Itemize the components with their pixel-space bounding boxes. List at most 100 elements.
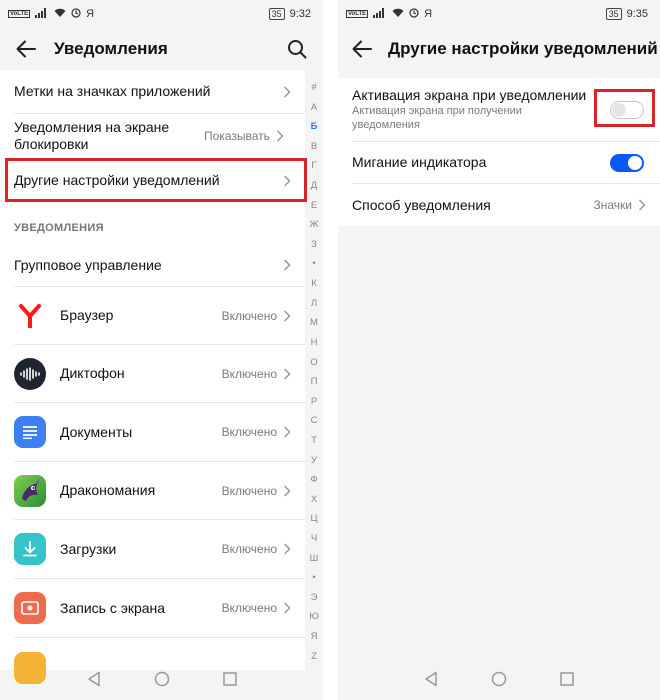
settings-list: Метки на значках приложений Уведомления …: [0, 70, 305, 684]
alphabet-letter[interactable]: Д: [311, 180, 317, 191]
alphabet-letter[interactable]: П: [311, 376, 318, 387]
alphabet-letter[interactable]: •: [312, 258, 315, 269]
alphabet-letter[interactable]: Т: [311, 435, 317, 446]
alphabet-letter[interactable]: Л: [311, 298, 317, 309]
notification-method-value: Значки: [593, 198, 633, 212]
wifi-icon: [392, 8, 404, 21]
right-phone-screen: VoLTE Я 35 9:35 Другие настройки уведомл…: [338, 0, 660, 700]
chevron-right-icon: [283, 602, 291, 614]
app-row-downloads[interactable]: Загрузки Включено: [14, 520, 305, 579]
downloads-icon: [14, 533, 46, 565]
app-row-dragon[interactable]: Дракономания Включено: [14, 462, 305, 520]
alphabet-letter[interactable]: #: [311, 82, 316, 93]
settings-row-label: Другие настройки уведомлений: [14, 172, 220, 188]
app-row-recorder[interactable]: Диктофон Включено: [14, 345, 305, 403]
alphabet-letter[interactable]: О: [310, 357, 317, 368]
alphabet-letter[interactable]: Ч: [311, 533, 317, 544]
alphabet-letter[interactable]: С: [311, 415, 318, 426]
page-title: Другие настройки уведомлений: [388, 39, 658, 58]
battery-icon: 35: [268, 8, 285, 20]
back-arrow-icon[interactable]: [352, 37, 372, 61]
alphabet-letter[interactable]: Б: [311, 121, 318, 132]
screen-wake-description: Активация экрана при получении уведомлен…: [352, 105, 522, 131]
settings-row-lockscreen[interactable]: Уведомления на экране блокировки Показыв…: [14, 114, 305, 159]
alphabet-letter[interactable]: Ш: [310, 553, 319, 564]
chevron-right-icon: [283, 85, 291, 98]
chevron-right-icon: [638, 199, 646, 211]
nav-home-icon[interactable]: [154, 671, 170, 692]
screen-record-icon: [14, 592, 46, 624]
screen-wake-text: Активация экрана при уведомлении Активац…: [352, 87, 610, 132]
settings-row-other-notifications[interactable]: Другие настройки уведомлений: [14, 159, 305, 202]
app-name: Запись с экрана: [60, 599, 166, 616]
screen-wake-row[interactable]: Активация экрана при уведомлении Активац…: [352, 78, 660, 142]
documents-icon: [14, 416, 46, 448]
status-bar: VoLTE Я 35 9:32: [0, 0, 323, 28]
time-sync-icon: [409, 7, 419, 21]
back-arrow-icon[interactable]: [14, 37, 38, 61]
alphabet-letter[interactable]: Ж: [310, 219, 319, 230]
alphabet-letter[interactable]: Ю: [309, 611, 319, 622]
app-name: Документы: [60, 423, 133, 440]
indicator-blink-row[interactable]: Мигание индикатора: [352, 142, 660, 184]
alphabet-letter[interactable]: Э: [311, 592, 318, 603]
signal-icon: [373, 7, 387, 21]
nav-recents-icon[interactable]: [222, 671, 237, 691]
navigation-bar: [0, 662, 323, 700]
battery-icon: 35: [605, 8, 622, 20]
app-row-screen-record[interactable]: Запись с экрана Включено: [14, 579, 305, 638]
alphabet-letter[interactable]: •: [312, 572, 315, 583]
alphabet-letter[interactable]: Я: [311, 631, 318, 642]
app-status: Включено: [221, 601, 277, 615]
toggle-knob: [628, 155, 642, 170]
search-icon[interactable]: [285, 37, 309, 61]
group-management-row[interactable]: Групповое управление: [14, 244, 305, 287]
nav-back-icon[interactable]: [87, 671, 101, 692]
section-header: УВЕДОМЛЕНИЯ: [14, 222, 104, 234]
chevron-right-icon: [283, 174, 291, 187]
alphabet-letter[interactable]: Г: [311, 160, 316, 171]
app-name: Браузер: [60, 307, 114, 323]
chevron-right-icon: [283, 309, 291, 322]
alphabet-letter[interactable]: Р: [311, 396, 317, 407]
time-sync-icon: [71, 7, 81, 21]
nav-home-icon[interactable]: [491, 671, 507, 692]
page-title: Уведомления: [54, 39, 168, 58]
screen-wake-toggle[interactable]: [610, 100, 644, 119]
alphabet-letter[interactable]: К: [311, 278, 317, 289]
settings-row-value: Показывать: [204, 129, 270, 143]
group-management-label: Групповое управление: [14, 256, 162, 273]
indicator-blink-toggle[interactable]: [610, 153, 644, 172]
alphabet-letter[interactable]: Z: [311, 651, 317, 662]
alphabet-letter[interactable]: В: [311, 141, 317, 152]
nav-back-icon[interactable]: [424, 671, 438, 692]
app-bar: Уведомления: [0, 28, 323, 70]
chevron-right-icon: [283, 426, 291, 438]
alphabet-letter[interactable]: З: [311, 239, 317, 250]
toggle-knob: [612, 102, 626, 117]
alphabet-index[interactable]: # А Б В Г Д Е Ж З • К Л М Н О П Р С Т У Ф Х Ц Ч Ш • Э Ю Я Z: [305, 82, 323, 662]
app-row-browser[interactable]: Браузер Включено: [14, 287, 305, 345]
settings-row-badges[interactable]: Метки на значках приложений: [14, 70, 305, 114]
indicator-blink-label: Мигание индикатора: [352, 154, 487, 170]
alphabet-letter[interactable]: А: [311, 102, 317, 113]
app-status: Включено: [221, 483, 277, 498]
settings-list: Активация экрана при уведомлении Активац…: [338, 78, 660, 226]
notification-method-row[interactable]: Способ уведомления Значки: [352, 184, 660, 226]
yandex-notification-icon: Я: [86, 8, 95, 20]
app-name: Загрузки: [60, 540, 117, 557]
app-row-documents[interactable]: Документы Включено: [14, 403, 305, 462]
alphabet-letter[interactable]: Ц: [310, 513, 317, 524]
wifi-icon: [54, 8, 66, 21]
status-bar: VoLTE Я 35 9:35: [338, 0, 660, 28]
alphabet-letter[interactable]: Х: [311, 494, 317, 505]
alphabet-letter[interactable]: У: [311, 455, 317, 466]
app-name: Дракономания: [60, 482, 156, 498]
nav-recents-icon[interactable]: [559, 671, 574, 691]
alphabet-letter[interactable]: Н: [311, 337, 318, 348]
alphabet-letter[interactable]: Ф: [310, 474, 317, 485]
alphabet-letter[interactable]: М: [310, 317, 318, 328]
app-status: Включено: [221, 425, 277, 439]
yandex-browser-icon: [14, 300, 46, 332]
alphabet-letter[interactable]: Е: [311, 200, 317, 211]
